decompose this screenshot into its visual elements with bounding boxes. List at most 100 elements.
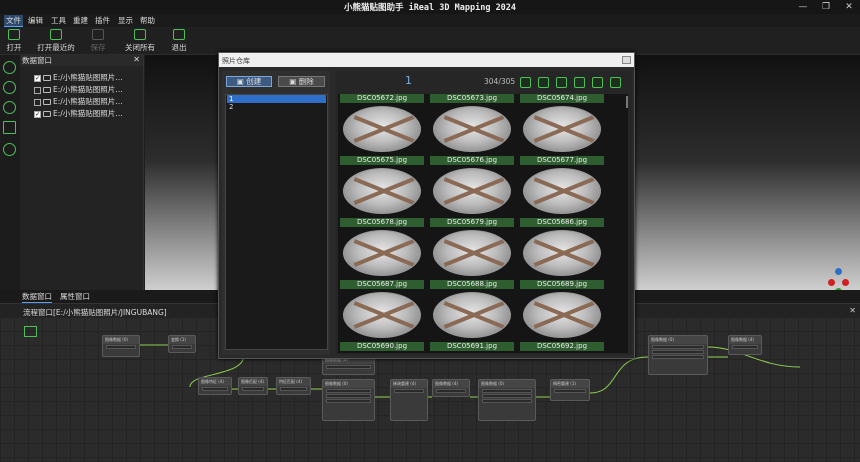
photo-thumbnail[interactable] bbox=[523, 168, 601, 214]
photo-filename: DSC05686.jpg bbox=[520, 218, 604, 227]
save-button[interactable]: 保存 bbox=[88, 29, 108, 54]
export-icon[interactable] bbox=[574, 77, 585, 88]
flow-node[interactable]: 图像数据 (0) bbox=[102, 335, 140, 357]
tree-item[interactable]: E:/小熊猫贴图照片… bbox=[34, 84, 123, 95]
photo-filename: DSC05687.jpg bbox=[340, 280, 424, 289]
exit-icon bbox=[173, 29, 185, 40]
photo-filename: DSC05690.jpg bbox=[340, 342, 424, 351]
select-all-icon[interactable] bbox=[610, 77, 621, 88]
tab-property-window[interactable]: 属性窗口 bbox=[60, 291, 90, 302]
menu-file[interactable]: 文件 bbox=[4, 15, 23, 27]
photo-thumbnail[interactable] bbox=[343, 106, 421, 152]
title-bar: 小熊猫贴图助手 iReal 3D Mapping 2024 — ❐ ✕ bbox=[0, 0, 860, 14]
flow-node[interactable]: 图像特征 (4) bbox=[198, 377, 232, 395]
album-list[interactable]: 1 2 bbox=[225, 94, 328, 350]
folder-icon bbox=[43, 111, 51, 117]
photo-filename: DSC05672.jpg bbox=[340, 94, 424, 103]
tree-item[interactable]: E:/小熊猫贴图照片… bbox=[34, 96, 123, 107]
maximize-button[interactable]: ❐ bbox=[817, 1, 835, 13]
photo-thumbnail[interactable] bbox=[343, 292, 421, 338]
photo-thumbnail[interactable] bbox=[343, 230, 421, 276]
flow-node[interactable]: 图像匹配 (4) bbox=[238, 377, 268, 395]
folder-open-icon bbox=[8, 29, 20, 40]
close-window-button[interactable]: ✕ bbox=[840, 1, 858, 13]
network-icon[interactable] bbox=[3, 101, 16, 114]
checkbox[interactable] bbox=[34, 98, 41, 106]
create-album-button[interactable]: ▣ 创建 bbox=[226, 76, 272, 87]
menu-help[interactable]: 帮助 bbox=[138, 15, 157, 26]
menu-reconstruct[interactable]: 重建 bbox=[71, 15, 90, 26]
photo-filename: DSC05678.jpg bbox=[340, 218, 424, 227]
menu-tools[interactable]: 工具 bbox=[49, 15, 68, 26]
photo-thumbnail[interactable] bbox=[433, 168, 511, 214]
photo-thumbnail[interactable] bbox=[523, 230, 601, 276]
target-icon[interactable] bbox=[3, 143, 16, 156]
page-number[interactable]: 1 bbox=[405, 74, 412, 87]
flow-window-close-icon[interactable]: ✕ bbox=[849, 306, 856, 315]
menu-display[interactable]: 显示 bbox=[116, 15, 135, 26]
menu-plugins[interactable]: 插件 bbox=[93, 15, 112, 26]
scrollbar[interactable] bbox=[626, 96, 628, 108]
photo-thumbnail[interactable] bbox=[433, 292, 511, 338]
flow-node[interactable]: 稀疏重建 (4) bbox=[390, 379, 428, 421]
photo-grid[interactable]: DSC05672.jpg DSC05673.jpg DSC05674.jpg DSC0… bbox=[338, 94, 628, 353]
photo-filename: DSC05688.jpg bbox=[430, 280, 514, 289]
folder-icon bbox=[43, 75, 51, 81]
tree-item[interactable]: ✓ E:/小熊猫贴图照片… bbox=[34, 108, 123, 119]
data-panel: 数据窗口 ✕ ✓ E:/小熊猫贴图照片… E:/小熊猫贴图照片… E:/小熊猫贴图… bbox=[20, 55, 144, 290]
checkbox[interactable]: ✓ bbox=[34, 110, 41, 118]
tab-data-window[interactable]: 数据窗口 bbox=[22, 291, 52, 303]
photo-thumbnail[interactable] bbox=[433, 106, 511, 152]
flow-node[interactable]: 图像数据 (0) bbox=[648, 335, 708, 375]
checkbox[interactable] bbox=[34, 86, 41, 94]
photo-grid-pane: 1 304/305 DSC05672.jpg DSC05673.jpg DSC056… bbox=[336, 71, 632, 355]
photo-filename: DSC05692.jpg bbox=[520, 342, 604, 351]
photo-filename: DSC05675.jpg bbox=[340, 156, 424, 165]
zoom-icon[interactable] bbox=[3, 81, 16, 94]
photo-filename: DSC05676.jpg bbox=[430, 156, 514, 165]
photo-thumbnail[interactable] bbox=[343, 168, 421, 214]
photo-counter: 304/305 bbox=[484, 77, 516, 86]
photo-filename: DSC05673.jpg bbox=[430, 94, 514, 103]
save-icon bbox=[92, 29, 104, 40]
photo-thumbnail[interactable] bbox=[523, 106, 601, 152]
flow-node[interactable]: 图像数据 (0) bbox=[478, 379, 536, 421]
photo-filename: DSC05689.jpg bbox=[520, 280, 604, 289]
photo-thumbnail[interactable] bbox=[523, 292, 601, 338]
flow-node[interactable]: 图像数据 (4) bbox=[432, 379, 470, 397]
close-all-button[interactable]: 关闭所有 bbox=[122, 29, 158, 54]
menu-bar: 文件 编辑 工具 重建 插件 显示 帮助 bbox=[0, 14, 860, 27]
list-item[interactable]: 2 bbox=[227, 103, 326, 111]
dialog-title: 照片仓库 bbox=[219, 53, 634, 67]
flow-node[interactable]: 特征匹配 (4) bbox=[276, 377, 311, 395]
data-panel-close-icon[interactable]: ✕ bbox=[133, 55, 140, 64]
window-title: 小熊猫贴图助手 iReal 3D Mapping 2024 bbox=[343, 3, 517, 13]
flow-node[interactable]: 图像数据 (0) bbox=[322, 379, 375, 421]
flow-node[interactable]: 稠密重建 (1) bbox=[550, 379, 590, 401]
list-item[interactable]: 1 bbox=[227, 95, 326, 103]
folder-icon bbox=[43, 87, 51, 93]
add-photo-icon[interactable] bbox=[520, 77, 531, 88]
toolbar: 打开 打开最近的 保存 关闭所有 退出 bbox=[0, 27, 860, 55]
grid-icon[interactable] bbox=[3, 121, 16, 134]
dialog-close-button[interactable] bbox=[622, 56, 631, 64]
photo-filename: DSC05691.jpg bbox=[430, 342, 514, 351]
remove-photo-icon[interactable] bbox=[538, 77, 549, 88]
tree-item[interactable]: ✓ E:/小熊猫贴图照片… bbox=[34, 72, 123, 83]
import-icon[interactable] bbox=[556, 77, 567, 88]
photo-thumbnail[interactable] bbox=[433, 230, 511, 276]
checkbox[interactable]: ✓ bbox=[34, 74, 41, 82]
open-button[interactable]: 打开 bbox=[4, 29, 24, 54]
folder-icon bbox=[43, 99, 51, 105]
menu-edit[interactable]: 编辑 bbox=[26, 15, 45, 26]
flow-node[interactable]: 图像数据 (4) bbox=[728, 335, 762, 355]
minimize-button[interactable]: — bbox=[794, 1, 812, 13]
delete-album-button[interactable]: ▣ 删除 bbox=[278, 76, 325, 87]
photo-filename: DSC05674.jpg bbox=[520, 94, 604, 103]
flow-node[interactable]: 变换 (1) bbox=[168, 335, 196, 353]
open-recent-button[interactable]: 打开最近的 bbox=[34, 29, 78, 54]
search-icon[interactable] bbox=[3, 61, 16, 74]
exit-button[interactable]: 退出 bbox=[169, 29, 189, 54]
cloud-icon[interactable] bbox=[592, 77, 603, 88]
data-panel-title: 数据窗口 bbox=[22, 56, 52, 65]
